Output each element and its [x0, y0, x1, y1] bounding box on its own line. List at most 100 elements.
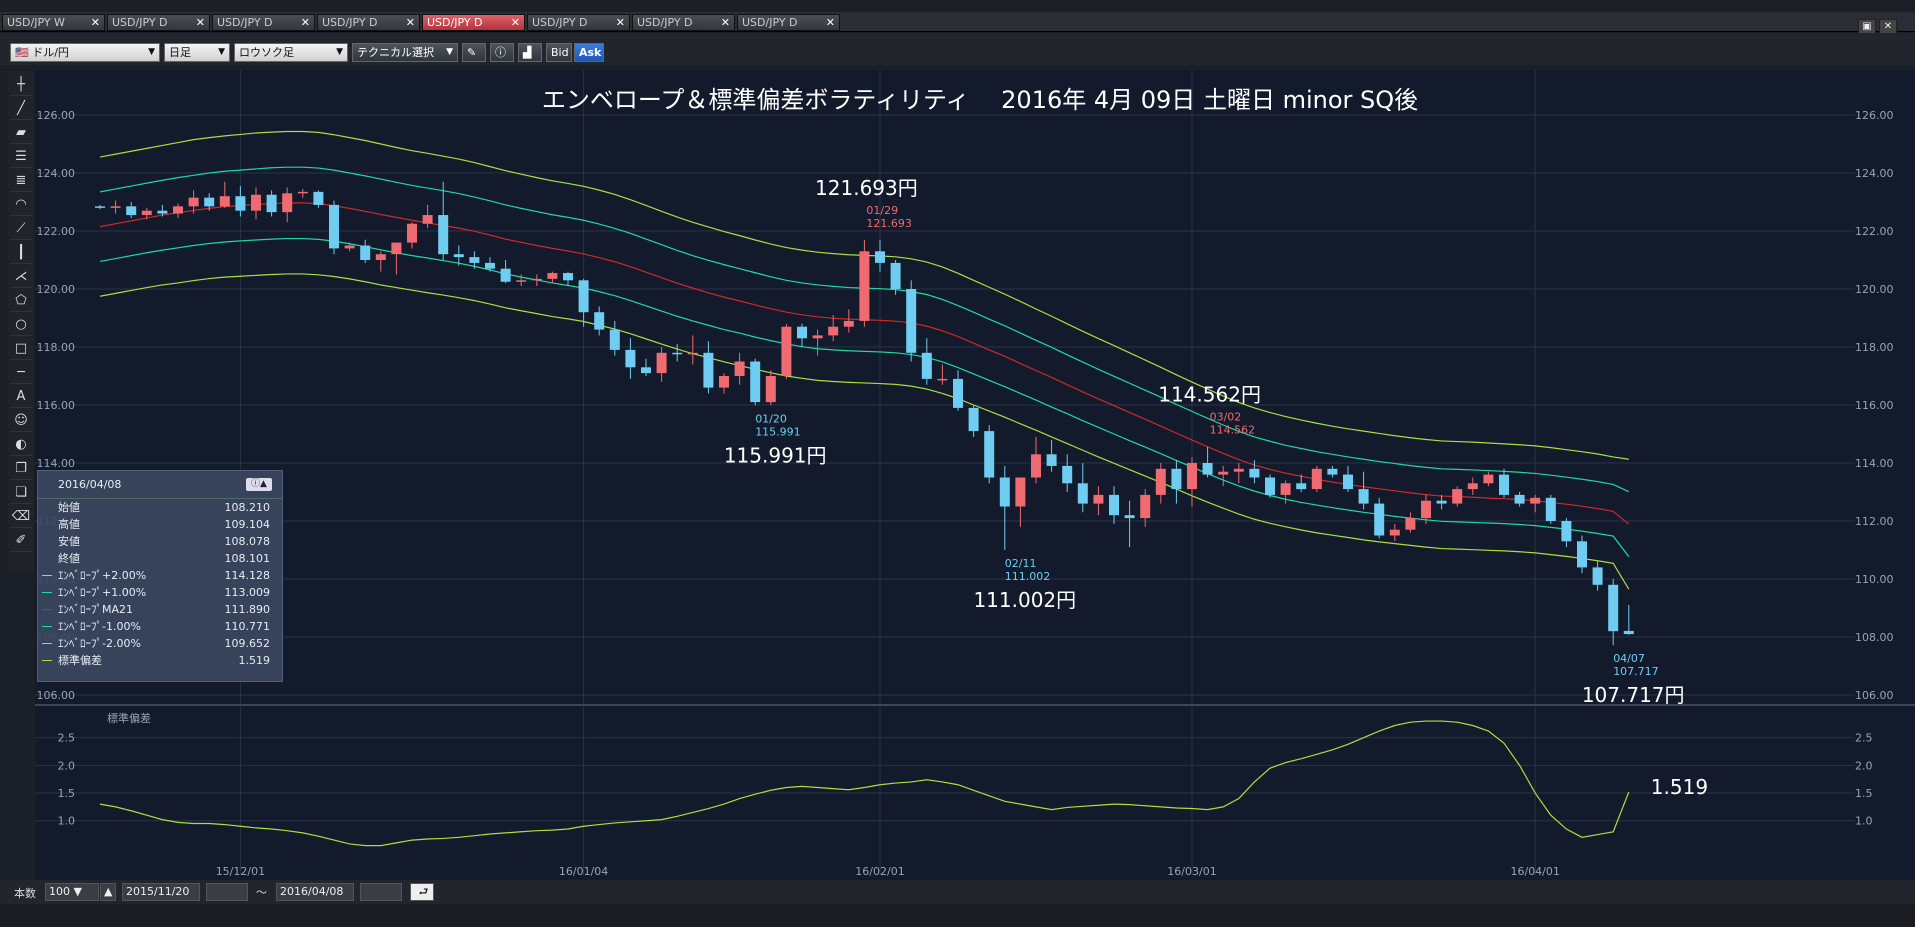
tab-0[interactable]: USD/JPY W ✕: [2, 14, 105, 31]
annotation-price: 121.693: [866, 217, 912, 230]
candle-body: [500, 268, 511, 282]
annotation-big-label: 121.693円: [815, 176, 918, 200]
ruler-icon[interactable]: ▰: [10, 122, 32, 144]
candle-body: [1343, 474, 1353, 490]
tab-3[interactable]: USD/JPY D ✕: [317, 14, 420, 31]
candle-body: [828, 326, 839, 336]
circle-icon[interactable]: ○: [10, 314, 32, 336]
tab-5[interactable]: USD/JPY D ✕: [527, 14, 630, 31]
candle-body: [1545, 497, 1556, 521]
from-date: 2015/11/20: [126, 885, 190, 898]
technical-select[interactable]: テクニカル選択 ▼: [352, 43, 458, 62]
tab-1[interactable]: USD/JPY D ✕: [107, 14, 210, 31]
info-row: 終値 108.101: [38, 550, 282, 567]
close-tab-icon[interactable]: ✕: [301, 15, 310, 30]
candle-body: [859, 251, 870, 321]
y-tick-label-right: 120.00: [1855, 283, 1894, 296]
candle-body: [1046, 454, 1057, 466]
bars-icon: ▟: [523, 46, 532, 59]
info-collapse-icon[interactable]: ⓘ▲: [246, 478, 272, 491]
to-date-input[interactable]: 2016/04/08: [276, 883, 354, 901]
candle-body: [126, 206, 137, 216]
candle-body: [1530, 497, 1541, 504]
tab-label: USD/JPY D: [217, 16, 273, 29]
window-controls: ▣ ✕: [1855, 14, 1897, 34]
candle-body: [1405, 518, 1416, 530]
count-value: 100: [49, 885, 70, 898]
volume-button[interactable]: ▟: [518, 43, 542, 62]
line-icon[interactable]: ─: [10, 362, 32, 384]
layers-icon[interactable]: ❏: [10, 482, 32, 504]
text-icon[interactable]: A: [10, 386, 32, 408]
tab-2[interactable]: USD/JPY D ✕: [212, 14, 315, 31]
arc-icon[interactable]: ◠: [10, 194, 32, 216]
tab-4[interactable]: USD/JPY D ✕: [422, 14, 525, 31]
to-time-input[interactable]: [360, 883, 402, 901]
settings-icon[interactable]: ✐: [10, 530, 32, 552]
candle-body: [531, 278, 542, 281]
ask-button[interactable]: Ask: [574, 43, 604, 62]
vertical-lines-icon[interactable]: ┃: [10, 242, 32, 264]
annotation-date: 01/20: [755, 412, 787, 425]
magnet-icon[interactable]: ◐: [10, 434, 32, 456]
tab-label: USD/JPY D: [742, 16, 798, 29]
draw-pen-button[interactable]: ✎: [462, 43, 486, 62]
fan-icon[interactable]: ⟋: [10, 218, 32, 240]
pitchfork-icon[interactable]: ⋌: [10, 266, 32, 288]
horizontal-lines-icon[interactable]: ☰: [10, 146, 32, 168]
chart-type-label: ロウソク足: [239, 46, 294, 59]
apply-button[interactable]: ⮐: [410, 883, 434, 901]
close-tab-icon[interactable]: ✕: [826, 15, 835, 30]
candle-body: [188, 197, 199, 207]
count-select[interactable]: 100 ▼: [45, 883, 99, 901]
info-value: 114.128: [224, 569, 271, 582]
currency-pair-select[interactable]: 🇺🇸 ドル/円 ▼: [10, 43, 160, 62]
series-swatch: [42, 592, 52, 593]
series-swatch: [42, 626, 52, 627]
annotation-price: 114.562: [1210, 424, 1256, 437]
close-tab-icon[interactable]: ✕: [91, 15, 100, 30]
crosshair-icon[interactable]: ┼: [10, 74, 32, 96]
info-button[interactable]: ⓘ: [490, 43, 514, 62]
eraser-icon[interactable]: ⌫: [10, 506, 32, 528]
close-tab-icon[interactable]: ✕: [406, 15, 415, 30]
info-label: 標準偏差: [58, 654, 102, 667]
close-window-icon[interactable]: ✕: [1879, 19, 1897, 34]
from-date-input[interactable]: 2015/11/20: [122, 883, 200, 901]
price-chart[interactable]: 126.00 126.00 124.00 124.00 122.00 122.00 120.…: [35, 70, 1915, 880]
annotation-date: 01/29: [866, 204, 898, 217]
close-tab-icon[interactable]: ✕: [721, 15, 730, 30]
copy-icon[interactable]: ❐: [10, 458, 32, 480]
tab-label: USD/JPY D: [322, 16, 378, 29]
period-select[interactable]: 日足 ▼: [164, 43, 230, 62]
candle-body: [235, 196, 246, 211]
close-tab-icon[interactable]: ✕: [616, 15, 625, 30]
close-tab-icon[interactable]: ✕: [511, 15, 520, 30]
chart-type-select[interactable]: ロウソク足 ▼: [234, 43, 348, 62]
fibonacci-icon[interactable]: ≣: [10, 170, 32, 192]
bid-button[interactable]: Bid: [546, 43, 572, 62]
candle-body: [843, 320, 854, 327]
candle-body: [1452, 489, 1463, 504]
candle-body: [453, 254, 464, 258]
series-swatch: [42, 643, 52, 644]
close-tab-icon[interactable]: ✕: [196, 15, 205, 30]
pentagon-icon[interactable]: ⬠: [10, 290, 32, 312]
series-swatch: [42, 660, 52, 661]
maximize-icon[interactable]: ▣: [1858, 19, 1876, 34]
from-time-input[interactable]: [206, 883, 248, 901]
sd-y-tick: 1.5: [58, 787, 76, 800]
candle-body: [1327, 468, 1338, 475]
emoji-icon[interactable]: ☺: [10, 410, 32, 432]
chart-toolbar: 🇺🇸 ドル/円 ▼ 日足 ▼ ロウソク足 ▼ テクニカル選択 ▼ ✎ ⓘ ▟ Bid A…: [0, 33, 1915, 65]
trendline-icon[interactable]: ╱: [10, 98, 32, 120]
candle-body: [173, 206, 183, 214]
count-up-button[interactable]: ▲: [100, 883, 116, 901]
candle-body: [1514, 494, 1525, 504]
rectangle-icon[interactable]: □: [10, 338, 32, 360]
tab-6[interactable]: USD/JPY D ✕: [632, 14, 735, 31]
tab-7[interactable]: USD/JPY D ✕: [737, 14, 840, 31]
info-row: ｴﾝﾍﾞﾛｰﾌﾟ-2.00% 109.652: [38, 635, 282, 652]
annotation-date: 02/11: [1005, 557, 1037, 570]
candle-body: [703, 352, 714, 388]
